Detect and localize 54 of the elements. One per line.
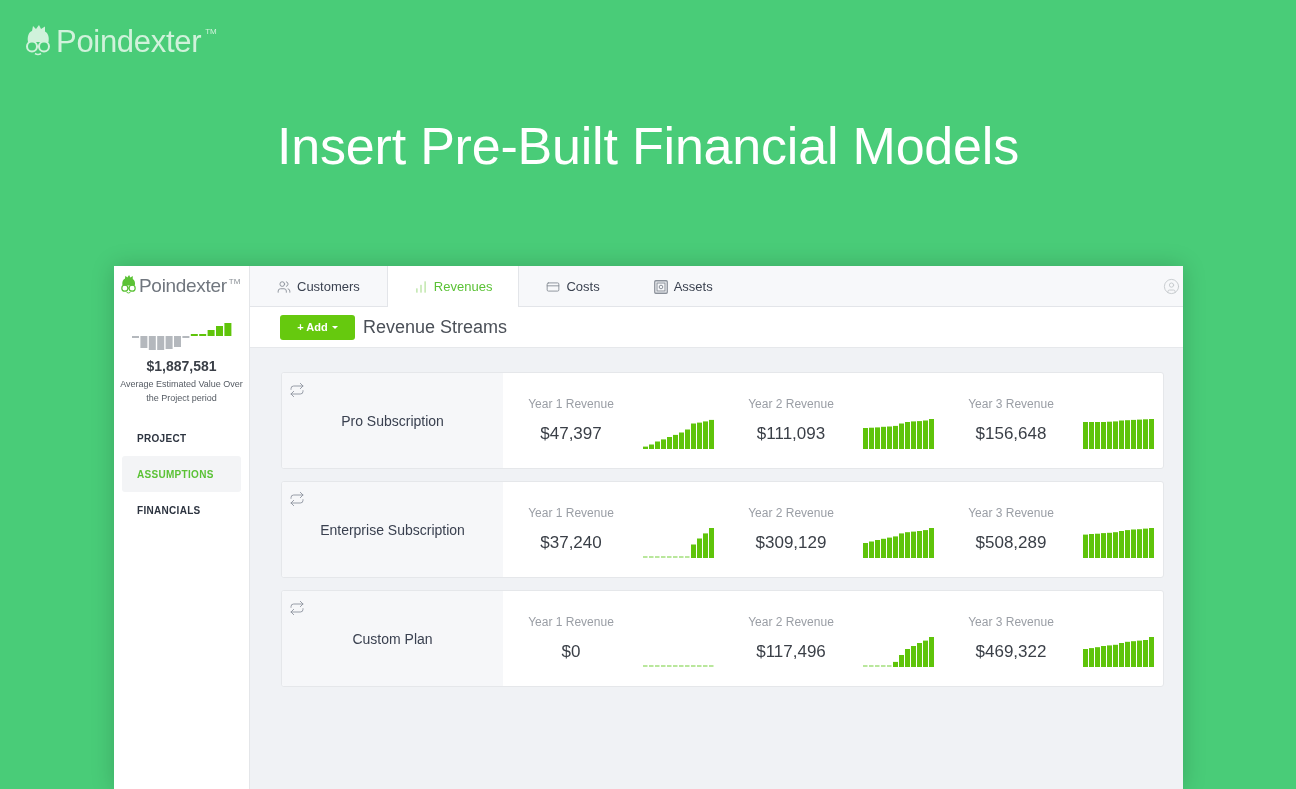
brand-name: Poindexter xyxy=(139,275,227,296)
stream-name: Custom Plan xyxy=(352,630,433,647)
revenue-value: $508,289 xyxy=(975,532,1047,554)
trademark-text: TM xyxy=(228,277,241,286)
user-avatar-icon[interactable] xyxy=(1163,277,1180,295)
revenue-value: $117,496 xyxy=(756,641,826,663)
caret-icon xyxy=(331,325,338,329)
summary-value: $1,887,581 xyxy=(145,358,218,374)
glasses-boy-icon xyxy=(120,275,137,294)
year-label: Year 1 Revenue xyxy=(528,614,614,630)
bar-chart-icon xyxy=(413,279,428,294)
stream-name: Pro Subscription xyxy=(341,412,444,429)
revenue-value: $37,240 xyxy=(540,532,602,554)
revenue-value: $111,093 xyxy=(756,423,826,445)
page-title: Revenue Streams xyxy=(363,316,508,338)
bar-sparkline-drawing xyxy=(643,419,714,449)
trademark-text: TM xyxy=(205,27,217,36)
credit-card-icon xyxy=(546,279,561,294)
tab[interactable]: Assets xyxy=(626,266,740,307)
tab[interactable]: Costs xyxy=(519,266,627,307)
year-label: Year 3 Revenue xyxy=(968,505,1054,521)
year-label: Year 2 Revenue xyxy=(748,505,834,521)
revenue-value: $0 xyxy=(561,641,581,663)
revenue-value: $309,129 xyxy=(755,532,827,554)
repeat-icon[interactable] xyxy=(289,600,305,616)
bar-sparkline-drawing xyxy=(863,637,934,667)
brand-name: Poindexter xyxy=(56,25,202,58)
bar-sparkline-drawing xyxy=(1083,419,1154,449)
year-label: Year 2 Revenue xyxy=(748,396,834,412)
summary-caption: Average Estimated Value Over the Project period xyxy=(119,378,244,405)
year-label: Year 1 Revenue xyxy=(528,505,614,521)
revenue-value: $47,397 xyxy=(540,423,602,445)
sidebar-nav-item[interactable]: FINANCIALS xyxy=(122,492,241,528)
safe-icon xyxy=(653,279,668,294)
sidebar-nav-item[interactable]: PROJECT xyxy=(122,420,241,456)
bar-sparkline-drawing xyxy=(1083,637,1154,667)
year-label: Year 2 Revenue xyxy=(748,614,834,630)
bar-sparkline-drawing xyxy=(863,528,934,558)
glasses-boy-icon xyxy=(24,25,52,56)
stream-name: Enterprise Subscription xyxy=(320,521,465,538)
bar-sparkline-drawing xyxy=(863,419,934,449)
tab[interactable]: Customers xyxy=(250,266,387,307)
bar-sparkline-drawing xyxy=(643,665,714,667)
year-label: Year 3 Revenue xyxy=(968,396,1054,412)
year-label: Year 3 Revenue xyxy=(968,614,1054,630)
bar-sparkline-drawing xyxy=(643,528,714,558)
repeat-icon[interactable] xyxy=(289,382,305,398)
revenue-value: $469,322 xyxy=(975,641,1047,663)
revenue-value: $156,648 xyxy=(975,423,1047,445)
headline: Insert Pre-Built Financial Models xyxy=(277,116,1019,177)
year-label: Year 1 Revenue xyxy=(528,396,614,412)
bar-sparkline-drawing xyxy=(1083,528,1154,558)
repeat-icon[interactable] xyxy=(289,491,305,507)
users-icon xyxy=(277,279,291,294)
